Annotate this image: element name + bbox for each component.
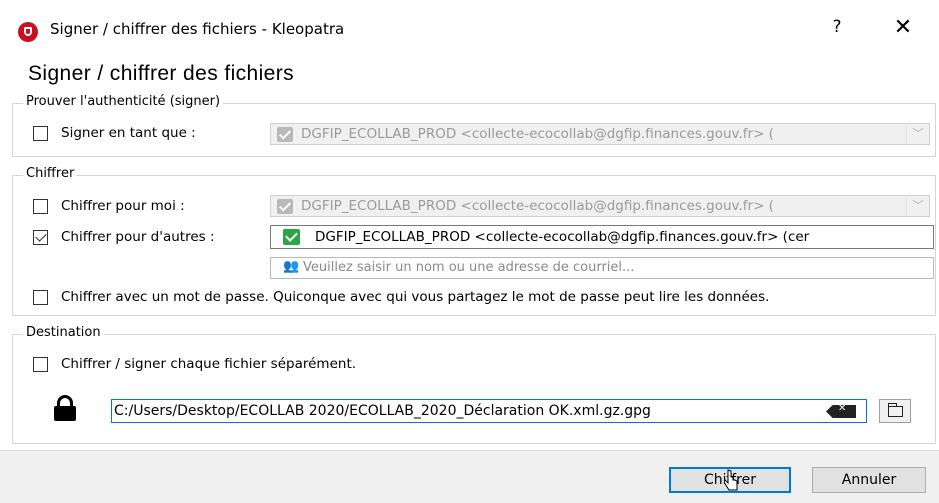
recipient-field[interactable]: DGFIP_ECOLLAB_PROD <collecte-ecocollab@d… [270, 225, 934, 249]
help-button[interactable]: ? [827, 17, 847, 37]
mouse-cursor-icon [724, 469, 738, 491]
certificate-valid-icon [277, 127, 293, 142]
destination-group-legend: Destination [23, 325, 104, 340]
sign-as-label: Signer en tant que : [61, 125, 196, 141]
encrypt-group-legend: Chiffrer [23, 166, 78, 181]
encrypt-with-password-label: Chiffrer avec un mot de passe. Quiconque… [61, 289, 770, 305]
add-user-icon: 👥 [283, 259, 300, 274]
encrypt-for-others-checkbox[interactable] [33, 230, 48, 245]
kleopatra-icon [18, 22, 38, 42]
sign-group-legend: Prouver l'authenticité (signer) [23, 94, 224, 109]
sign-as-combo[interactable]: DGFIP_ECOLLAB_PROD <collecte-ecocollab@d… [270, 123, 930, 145]
destination-group [12, 334, 936, 444]
encrypt-for-me-combo[interactable]: DGFIP_ECOLLAB_PROD <collecte-ecocollab@d… [270, 195, 930, 217]
add-recipient-placeholder: Veuillez saisir un nom ou une adresse de… [303, 260, 635, 275]
page-title: Signer / chiffrer des fichiers [28, 62, 295, 85]
browse-folder-button[interactable] [879, 399, 911, 423]
encrypt-with-password-checkbox[interactable] [33, 290, 48, 305]
button-bar [0, 450, 939, 503]
sign-as-value: DGFIP_ECOLLAB_PROD <collecte-ecocollab@d… [301, 126, 774, 142]
chevron-down-icon: ﹀ [906, 124, 929, 144]
add-recipient-input[interactable]: 👥 Veuillez saisir un nom ou une adresse … [270, 257, 934, 279]
separate-files-checkbox[interactable] [33, 357, 48, 372]
sign-as-checkbox[interactable] [33, 126, 48, 141]
output-path-input[interactable]: C:/Users/Desktop/ECOLLAB 2020/ECOLLAB_20… [111, 399, 867, 423]
cancel-button[interactable]: Annuler [812, 467, 926, 493]
encrypt-for-me-value: DGFIP_ECOLLAB_PROD <collecte-ecocollab@d… [301, 198, 774, 214]
encrypt-for-others-label: Chiffrer pour d'autres : [61, 229, 215, 245]
certificate-valid-icon [283, 229, 300, 245]
certificate-valid-icon [277, 199, 293, 214]
recipient-value: DGFIP_ECOLLAB_PROD <collecte-ecocollab@d… [315, 229, 810, 245]
close-button[interactable]: ✕ [891, 15, 915, 40]
encrypt-for-me-checkbox[interactable] [33, 199, 48, 214]
window-title: Signer / chiffrer des fichiers - Kleopat… [50, 20, 345, 38]
title-bar: Signer / chiffrer des fichiers - Kleopat… [0, 0, 939, 62]
output-path-value: C:/Users/Desktop/ECOLLAB 2020/ECOLLAB_20… [114, 403, 651, 419]
separate-files-label: Chiffrer / signer chaque fichier séparém… [61, 356, 357, 372]
encrypt-for-me-label: Chiffrer pour moi : [61, 198, 185, 214]
lock-icon [54, 395, 76, 421]
chevron-down-icon: ﹀ [906, 196, 929, 216]
folder-icon [887, 403, 903, 417]
